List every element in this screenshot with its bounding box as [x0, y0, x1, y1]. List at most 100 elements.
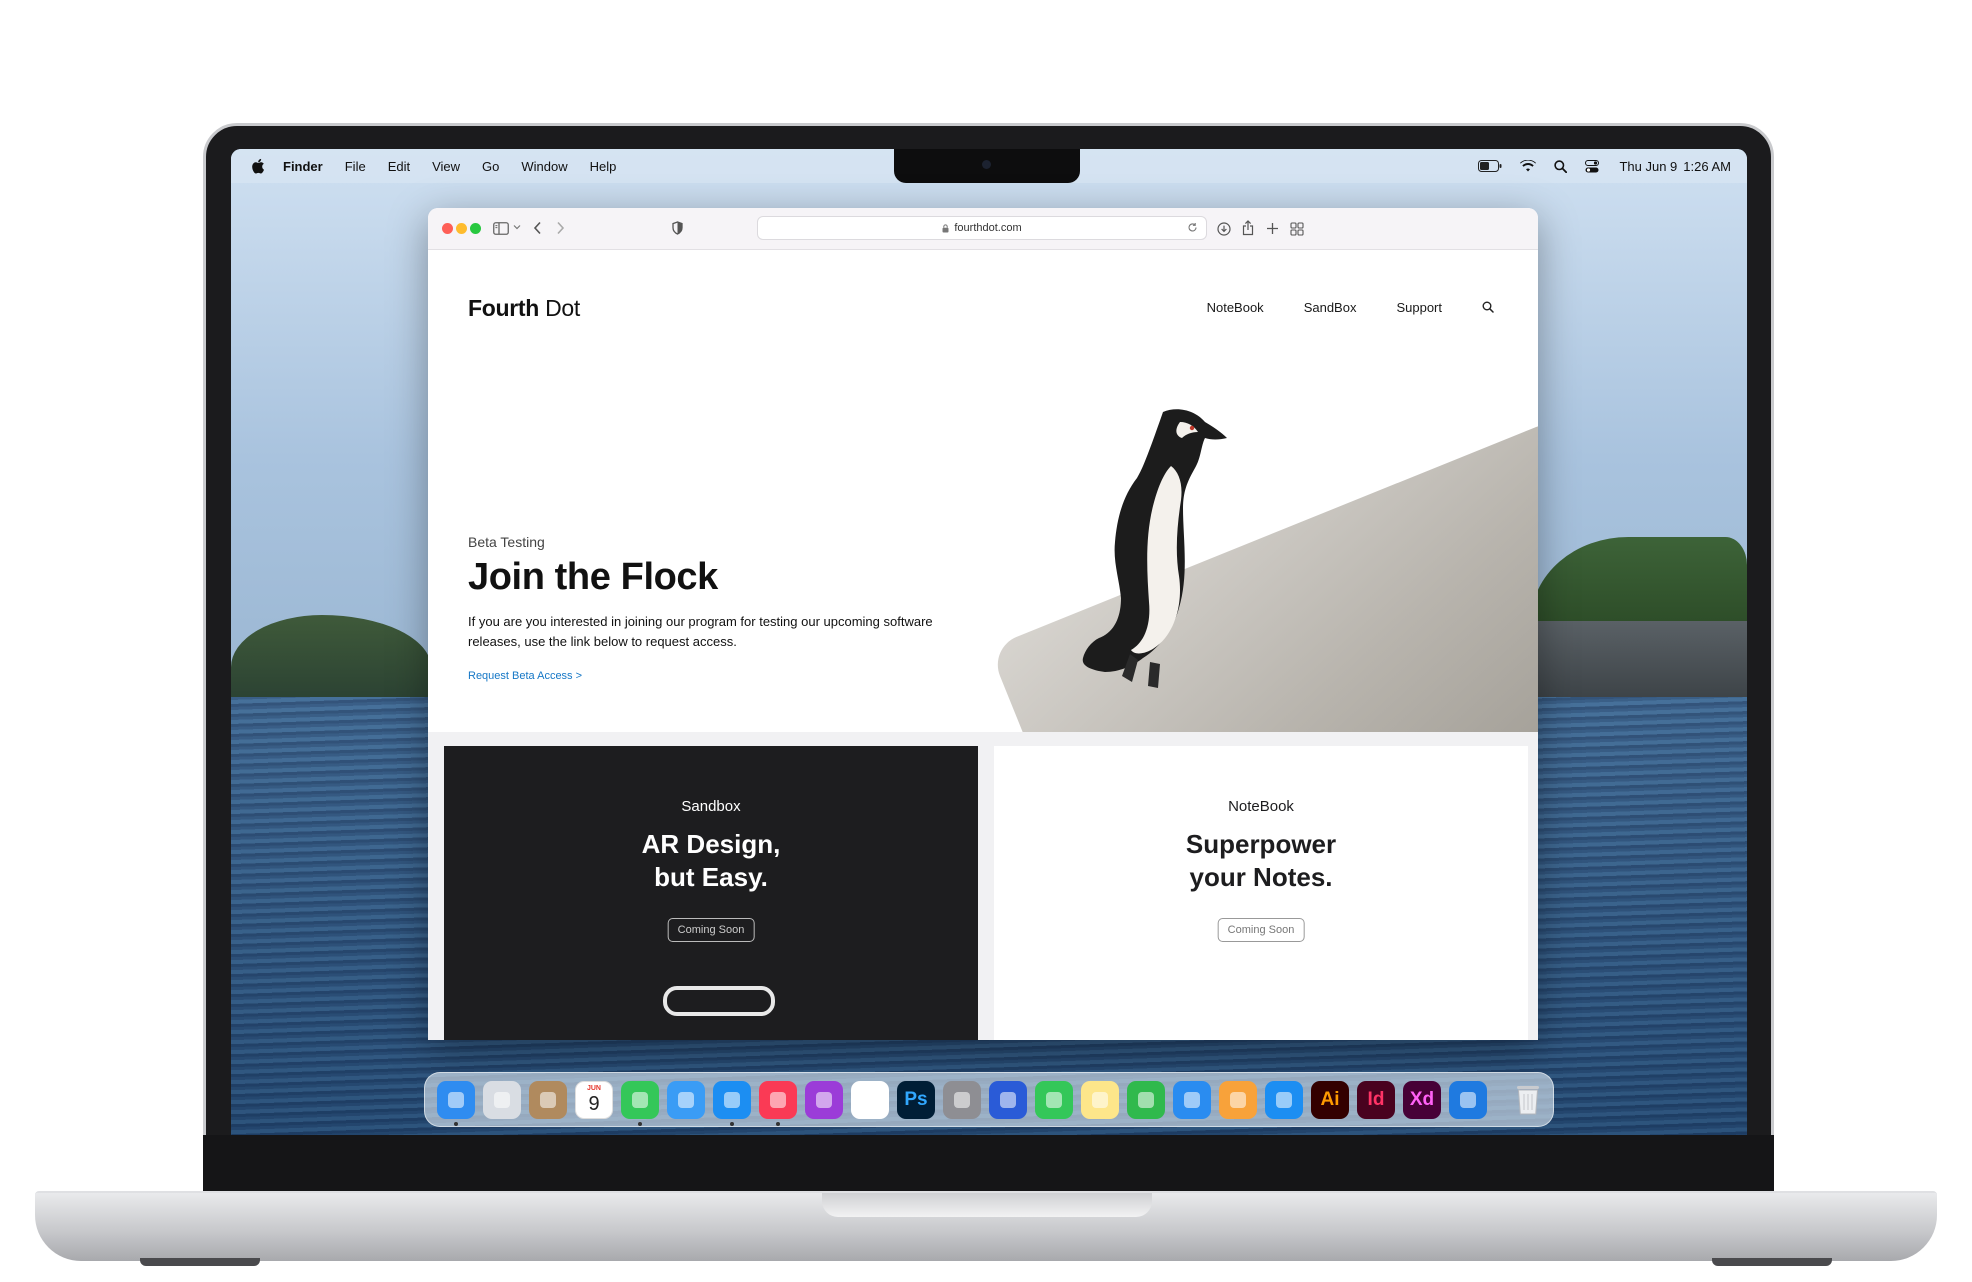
launchpad-icon[interactable]: [483, 1080, 521, 1119]
tile-headline: AR Design, but Easy.: [444, 828, 978, 894]
photoshop-icon[interactable]: Ps: [897, 1080, 935, 1119]
app-glyph: [1230, 1091, 1246, 1108]
facetime-icon[interactable]: [1035, 1080, 1073, 1119]
app-glyph: [1276, 1091, 1292, 1108]
podcasts-icon[interactable]: [805, 1080, 843, 1119]
illustrator-icon[interactable]: Ai: [1311, 1080, 1349, 1119]
laptop-chin: [203, 1135, 1774, 1195]
request-beta-link[interactable]: Request Beta Access >: [468, 670, 582, 682]
keynote-icon[interactable]: [1173, 1080, 1211, 1119]
messages-icon[interactable]: [621, 1080, 659, 1126]
apple-icon[interactable]: [251, 158, 265, 174]
share-icon[interactable]: [1242, 220, 1254, 236]
nav-link-sandbox[interactable]: SandBox: [1304, 300, 1357, 315]
camera-icon: [982, 160, 991, 169]
app-glyph: [448, 1091, 464, 1108]
chevron-down-icon[interactable]: [513, 224, 521, 230]
app-label: Xd: [1409, 1088, 1435, 1110]
numbers-icon[interactable]: [1127, 1080, 1165, 1119]
calendar-icon[interactable]: JUN 9: [575, 1080, 613, 1119]
browser-toolbar: fourthdot.com: [428, 208, 1538, 250]
menu-app-name[interactable]: Finder: [283, 159, 323, 174]
app-glyph: [770, 1091, 786, 1108]
logo-bold: Fourth: [468, 295, 540, 321]
site-nav: NoteBook SandBox Support: [1207, 300, 1538, 315]
coming-soon-button[interactable]: Coming Soon: [1217, 918, 1305, 942]
trash-icon[interactable]: [1509, 1081, 1547, 1119]
app-glyph: [862, 1091, 878, 1108]
download-icon[interactable]: [1217, 222, 1231, 236]
menu-help[interactable]: Help: [590, 159, 617, 174]
laptop-foot-right: [1712, 1258, 1832, 1266]
close-window-button[interactable]: [442, 223, 453, 234]
battery-icon[interactable]: [1478, 160, 1502, 172]
xcode-icon[interactable]: [1449, 1080, 1487, 1119]
tile-headline-line1: Superpower: [1185, 829, 1337, 859]
address-url: fourthdot.com: [954, 222, 1022, 234]
safari-icon[interactable]: [713, 1080, 751, 1126]
site-logo[interactable]: Fourth Dot: [468, 295, 580, 322]
control-center-icon[interactable]: [1585, 159, 1600, 173]
calendar-month: JUN: [586, 1084, 601, 1092]
forward-icon[interactable]: [556, 221, 565, 235]
tile-eyebrow: NoteBook: [1228, 798, 1294, 815]
trash-bin-shape: [1517, 1085, 1539, 1114]
spotlight-icon[interactable]: [1554, 159, 1568, 173]
menu-go[interactable]: Go: [482, 159, 499, 174]
app-glyph: [540, 1091, 556, 1108]
back-icon[interactable]: [533, 221, 542, 235]
app-glyph: [678, 1091, 694, 1108]
tile-sandbox[interactable]: Sandbox AR Design, but Easy. Coming Soon: [444, 746, 978, 1040]
app-store-icon[interactable]: [1265, 1080, 1303, 1119]
app-label: Id: [1367, 1088, 1385, 1110]
menu-window[interactable]: Window: [521, 159, 567, 174]
system-preferences-icon[interactable]: [943, 1080, 981, 1119]
menu-view[interactable]: View: [432, 159, 460, 174]
music-icon[interactable]: [759, 1080, 797, 1126]
app-glyph: [1460, 1091, 1476, 1108]
menu-time[interactable]: 1:26 AM: [1683, 159, 1731, 174]
xd-icon[interactable]: Xd: [1403, 1080, 1441, 1119]
dock: JUN 9 Ps Ai Id Xd: [424, 1072, 1554, 1127]
app-glyph: [1092, 1091, 1108, 1108]
tile-headline: Superpower your Notes.: [994, 828, 1528, 894]
app-glyph: [1000, 1091, 1016, 1108]
app-glyph: [1046, 1091, 1062, 1108]
notes-icon[interactable]: [1081, 1080, 1119, 1119]
app-label: Ps: [904, 1088, 928, 1110]
tab-overview-icon[interactable]: [1290, 222, 1304, 236]
lock-icon: [942, 223, 949, 233]
mail-icon[interactable]: [667, 1080, 705, 1119]
hero-eyebrow: Beta Testing: [468, 534, 545, 550]
device-preview-image: [663, 986, 775, 1016]
reload-icon[interactable]: [1187, 222, 1198, 233]
zoom-window-button[interactable]: [470, 223, 481, 234]
app-glyph: [724, 1091, 740, 1108]
laptop-foot-left: [140, 1258, 260, 1266]
screen: Finder File Edit View Go Window Help Thu…: [231, 149, 1747, 1135]
contacts-icon[interactable]: [529, 1080, 567, 1119]
indesign-icon[interactable]: Id: [1357, 1080, 1395, 1119]
omnifocus-icon[interactable]: [989, 1080, 1027, 1119]
minimize-window-button[interactable]: [456, 223, 467, 234]
nav-link-notebook[interactable]: NoteBook: [1207, 300, 1264, 315]
menu-edit[interactable]: Edit: [388, 159, 410, 174]
wifi-icon[interactable]: [1520, 160, 1537, 172]
app-glyph: [494, 1091, 510, 1108]
status-area: Thu Jun 9 1:26 AM: [1460, 149, 1731, 183]
coming-soon-button[interactable]: Coming Soon: [667, 918, 755, 942]
menu-date[interactable]: Thu Jun 9: [1619, 159, 1677, 174]
site-search-icon[interactable]: [1482, 301, 1494, 315]
sidebar-icon[interactable]: [493, 222, 509, 235]
finder-icon[interactable]: [437, 1080, 475, 1126]
photos-icon[interactable]: [851, 1080, 889, 1119]
tile-notebook[interactable]: NoteBook Superpower your Notes. Coming So…: [994, 746, 1528, 1040]
menu-file[interactable]: File: [345, 159, 366, 174]
running-indicator: [730, 1121, 734, 1126]
address-bar[interactable]: fourthdot.com: [757, 216, 1207, 240]
new-tab-icon[interactable]: [1266, 222, 1279, 235]
laptop-opening-notch: [822, 1193, 1152, 1217]
pages-icon[interactable]: [1219, 1080, 1257, 1119]
nav-link-support[interactable]: Support: [1396, 300, 1442, 315]
privacy-shield-icon[interactable]: [672, 221, 683, 235]
